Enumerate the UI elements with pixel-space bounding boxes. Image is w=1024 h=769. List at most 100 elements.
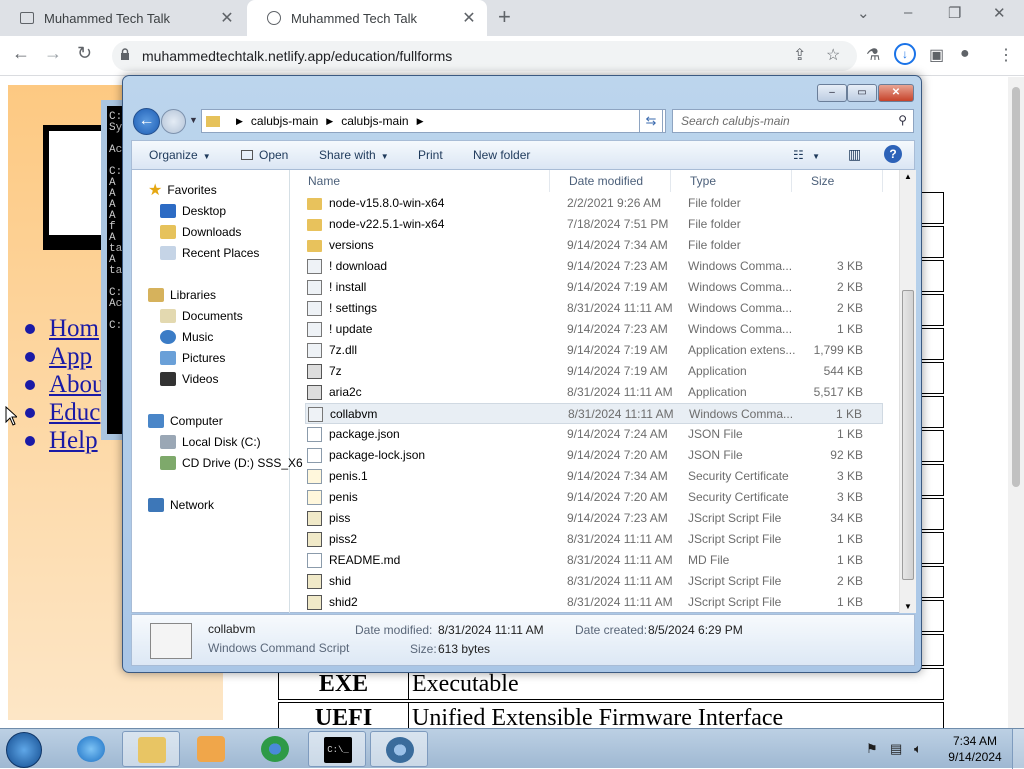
taskbar-chrome[interactable]: [246, 731, 304, 767]
nav-computer[interactable]: Computer: [148, 411, 223, 431]
file-row[interactable]: README.md 8/31/2024 11:11 AM MD File 1 KB: [305, 550, 883, 571]
nav-desktop[interactable]: Desktop: [160, 201, 226, 221]
nav-favorites[interactable]: ★ Favorites: [148, 180, 217, 200]
nav-local-disk[interactable]: Local Disk (C:): [160, 432, 261, 452]
page-scrollbar[interactable]: [1008, 77, 1024, 728]
show-desktop-button[interactable]: [1012, 729, 1024, 769]
sidepanel-icon[interactable]: ▣: [929, 45, 944, 65]
nav-link-about[interactable]: Abou: [25, 371, 105, 399]
menu-icon[interactable]: ⋮: [998, 45, 1014, 65]
view-options-icon[interactable]: ☷ ▼: [793, 148, 820, 162]
new-folder-button[interactable]: New folder: [473, 148, 530, 162]
start-button[interactable]: [6, 732, 42, 768]
explorer-search-input[interactable]: Search calubjs-main ⚲: [672, 109, 914, 133]
reload-button[interactable]: ↻: [77, 43, 92, 64]
nav-music[interactable]: Music: [160, 327, 213, 347]
refresh-icon[interactable]: ⇆: [639, 109, 663, 133]
explorer-maximize-button[interactable]: ▭: [847, 84, 877, 102]
search-icon[interactable]: ⚲: [898, 113, 907, 127]
nav-videos[interactable]: Videos: [160, 369, 218, 389]
file-row[interactable]: ! install 9/14/2024 7:19 AM Windows Comma.…: [305, 277, 883, 298]
nav-cd-drive[interactable]: CD Drive (D:) SSS_X6: [160, 453, 303, 473]
nav-libraries[interactable]: Libraries: [148, 285, 216, 305]
nav-link-education[interactable]: Educ: [25, 399, 105, 427]
taskbar-command-prompt[interactable]: C:\_: [308, 731, 366, 767]
file-list-scrollbar-thumb[interactable]: [902, 290, 914, 580]
back-arrow-icon[interactable]: ←: [133, 108, 160, 135]
column-header-size[interactable]: Size: [793, 170, 883, 192]
column-header-name[interactable]: Name: [290, 170, 550, 192]
tab-close-icon[interactable]: ✕: [219, 8, 235, 28]
minimize-button[interactable]: –: [904, 4, 912, 21]
nav-link-help[interactable]: Help: [25, 427, 105, 455]
breadcrumb-1[interactable]: calubjs-main: [251, 114, 318, 128]
file-row[interactable]: 7z.dll 9/14/2024 7:19 AM Application exten…: [305, 340, 883, 361]
preview-pane-icon[interactable]: ▥: [848, 146, 861, 163]
file-row[interactable]: versions 9/14/2024 7:34 AM File folder: [305, 235, 883, 256]
file-row[interactable]: piss 9/14/2024 7:23 AM JScript Script File…: [305, 508, 883, 529]
file-row[interactable]: collabvm 8/31/2024 11:11 AM Windows Comma.…: [305, 403, 883, 424]
nav-documents[interactable]: Documents: [160, 306, 243, 326]
back-button[interactable]: ←: [12, 43, 30, 64]
browser-tab-1[interactable]: Muhammed Tech Talk ✕: [0, 0, 245, 36]
network-tray-icon[interactable]: ▤: [890, 741, 902, 757]
print-button[interactable]: Print: [418, 148, 443, 162]
restore-button[interactable]: ❐: [948, 4, 961, 22]
share-icon[interactable]: ⇪: [793, 45, 806, 65]
forward-button[interactable]: →: [44, 43, 62, 64]
nav-link-app[interactable]: App: [25, 343, 105, 371]
file-row[interactable]: aria2c 8/31/2024 11:11 AM Application 5,517…: [305, 382, 883, 403]
column-header-type[interactable]: Type: [672, 170, 792, 192]
forward-arrow-icon[interactable]: [161, 109, 186, 134]
open-button[interactable]: Open: [241, 148, 288, 162]
file-row[interactable]: 7z 9/14/2024 7:19 AM Application 544 KB: [305, 361, 883, 382]
taskbar-internet-explorer[interactable]: [62, 731, 120, 767]
system-clock[interactable]: 7:34 AM 9/14/2024: [945, 733, 1005, 765]
file-row[interactable]: shid2 8/31/2024 11:11 AM JScript Script Fi…: [305, 592, 883, 613]
file-row[interactable]: package.json 9/14/2024 7:24 AM JSON File 1 …: [305, 424, 883, 445]
flag-icon[interactable]: ⚑: [866, 741, 878, 757]
column-header-date[interactable]: Date modified: [551, 170, 671, 192]
file-row[interactable]: piss2 8/31/2024 11:11 AM JScript Script Fi…: [305, 529, 883, 550]
nav-downloads[interactable]: Downloads: [160, 222, 241, 242]
file-row[interactable]: penis.1 9/14/2024 7:34 AM Security Certifi…: [305, 466, 883, 487]
close-browser-button[interactable]: ✕: [993, 4, 1006, 22]
file-row[interactable]: ! update 9/14/2024 7:23 AM Windows Comma..…: [305, 319, 883, 340]
nav-link-home[interactable]: Hom: [25, 315, 105, 343]
extension-icon[interactable]: ⚗: [866, 45, 880, 65]
explorer-close-button[interactable]: ✕: [878, 84, 914, 102]
taskbar-media-player[interactable]: [182, 731, 240, 767]
file-row[interactable]: node-v22.5.1-win-x64 7/18/2024 7:51 PM Fil…: [305, 214, 883, 235]
file-row[interactable]: ! settings 8/31/2024 11:11 AM Windows Comm…: [305, 298, 883, 319]
nav-network[interactable]: Network: [148, 495, 214, 515]
explorer-minimize-button[interactable]: –: [817, 84, 847, 102]
file-row[interactable]: node-v15.8.0-win-x64 2/2/2021 9:26 AM File…: [305, 193, 883, 214]
breadcrumb-2[interactable]: calubjs-main: [341, 114, 408, 128]
bookmark-star-icon[interactable]: ☆: [826, 45, 840, 65]
explorer-address-bar[interactable]: ▶ calubjs-main ▶ calubjs-main ▶ ▼: [201, 109, 666, 133]
scroll-down-icon[interactable]: ▼: [904, 602, 912, 611]
history-dropdown-icon[interactable]: ▼: [189, 115, 198, 125]
tab-search-button[interactable]: ⌄: [857, 4, 870, 22]
volume-icon[interactable]: 🔈︎: [914, 741, 922, 757]
help-icon[interactable]: ?: [884, 145, 902, 163]
file-row[interactable]: ! download 9/14/2024 7:23 AM Windows Comma…: [305, 256, 883, 277]
file-row[interactable]: shid 8/31/2024 11:11 AM JScript Script Fil…: [305, 571, 883, 592]
nav-recent-places[interactable]: Recent Places: [160, 243, 259, 263]
scroll-up-icon[interactable]: ▲: [904, 172, 912, 181]
profile-icon[interactable]: ●: [960, 45, 970, 63]
file-list-scrollbar[interactable]: ▲ ▼: [899, 170, 916, 613]
file-row[interactable]: penis 9/14/2024 7:20 AM Security Certifica…: [305, 487, 883, 508]
page-scrollbar-thumb[interactable]: [1012, 87, 1020, 487]
organize-button[interactable]: Organize ▼: [149, 148, 211, 162]
download-icon[interactable]: ↓: [894, 43, 916, 65]
new-tab-button[interactable]: +: [498, 4, 511, 30]
tab-close-icon[interactable]: ✕: [461, 8, 477, 28]
address-bar[interactable]: muhammedtechtalk.netlify.app/education/f…: [112, 41, 857, 71]
share-with-button[interactable]: Share with ▼: [319, 148, 389, 162]
nav-pictures[interactable]: Pictures: [160, 348, 225, 368]
browser-tab-2-active[interactable]: Muhammed Tech Talk ✕: [247, 0, 487, 36]
file-row[interactable]: package-lock.json 9/14/2024 7:20 AM JSON F…: [305, 445, 883, 466]
taskbar-explorer[interactable]: [122, 731, 180, 767]
taskbar-collabvm[interactable]: [370, 731, 428, 767]
